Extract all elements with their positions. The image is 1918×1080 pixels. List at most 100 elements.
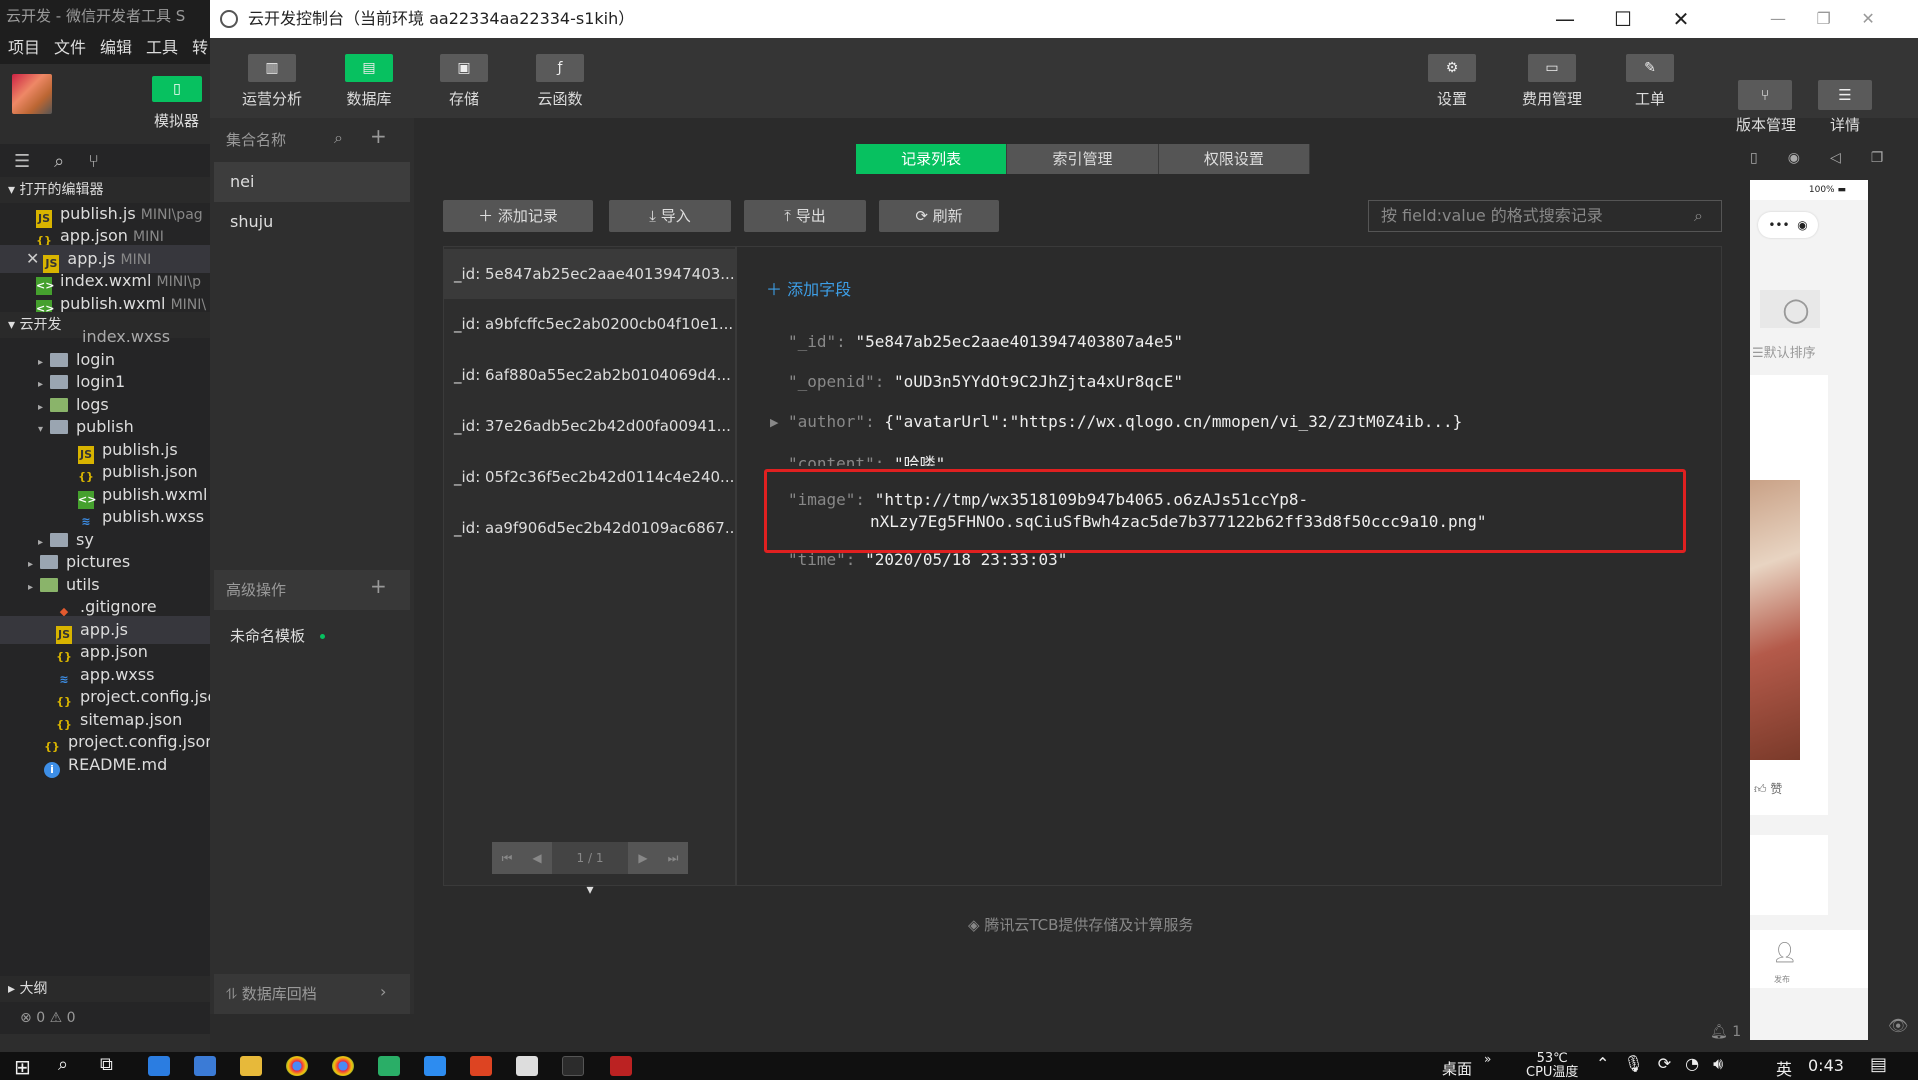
next-page-button[interactable]: ▶ (628, 842, 658, 874)
store-icon[interactable] (194, 1056, 216, 1076)
template-item[interactable]: 未命名模板 (214, 616, 410, 656)
chrome-icon[interactable] (332, 1056, 354, 1076)
toolbar-storage[interactable]: ▣ 存储 (424, 38, 504, 118)
volume-icon[interactable]: 🔊︎ (1713, 1054, 1737, 1073)
window-icon[interactable]: ❐ (1871, 150, 1884, 170)
add-collection-icon[interactable]: + (370, 124, 387, 148)
volume-icon[interactable]: ◁ (1830, 150, 1841, 170)
last-page-button[interactable]: ⏭ (658, 842, 688, 874)
toolbar-functions[interactable]: ƒ 云函数 (520, 38, 600, 118)
list-icon[interactable]: ☰ (14, 151, 30, 172)
field-time[interactable]: "time": "2020/05/18 23:33:03" (788, 550, 1067, 569)
toolbar-settings[interactable]: ⚙ 设置 (1412, 38, 1492, 118)
import-button[interactable]: ⤓ 导入 (609, 200, 731, 232)
chevron-icon[interactable]: » (1484, 1052, 1491, 1066)
menu-edit[interactable]: 编辑 (100, 32, 132, 64)
field-author[interactable]: "author": {"avatarUrl":"https://wx.qlogo… (788, 412, 1462, 431)
close-icon[interactable]: ✕ (26, 249, 39, 268)
edge-icon[interactable] (148, 1056, 170, 1076)
clock[interactable]: 0:43 (1808, 1056, 1844, 1075)
record-item[interactable]: _id: 6af880a55ec2ab2b0104069d4... (444, 350, 735, 400)
version-button[interactable]: ⑂ (1738, 80, 1792, 110)
devtools-icon[interactable] (562, 1056, 584, 1076)
desktop-label[interactable]: 桌面 (1442, 1058, 1472, 1079)
notification-icon[interactable]: ▤ (1870, 1054, 1887, 1075)
avatar[interactable] (12, 74, 52, 114)
notification-bell[interactable]: 🔔︎ 1 (1710, 1024, 1741, 1040)
outline-section[interactable]: ▸ 大纲 (0, 976, 210, 1002)
menu-tools[interactable]: 工具 (146, 32, 178, 64)
restore-icon[interactable]: ❐ (1817, 9, 1831, 28)
user-icon[interactable]: 👤︎ (1772, 940, 1797, 964)
explorer-icon[interactable] (240, 1056, 262, 1076)
add-field-button[interactable]: ＋ 添加字段 (766, 276, 851, 300)
detail-button[interactable]: ☰ (1818, 80, 1872, 110)
recorder-icon[interactable] (610, 1056, 632, 1076)
tab-indexes[interactable]: 索引管理 (1007, 144, 1159, 174)
field-id[interactable]: "_id": "5e847ab25ec2aae4013947403807a4e5… (788, 332, 1183, 351)
search-icon[interactable]: ⌕ (58, 1054, 68, 1075)
minimize-button[interactable]: — (1540, 0, 1590, 38)
prev-page-button[interactable]: ◀ (522, 842, 552, 874)
menu-more[interactable]: 转 (192, 32, 208, 64)
mic-icon[interactable]: 🎙︎ (1623, 1054, 1657, 1073)
collection-item[interactable]: shuju (214, 202, 410, 242)
tree-item[interactable]: index.wxss (0, 326, 210, 348)
toolbar-tickets[interactable]: ✎ 工单 (1610, 38, 1690, 118)
eye-icon[interactable]: 👁︎ (1888, 1016, 1908, 1035)
wechat-icon[interactable] (378, 1056, 400, 1076)
record-item[interactable]: _id: 37e26adb5ec2b42d00fa00941... (444, 401, 735, 451)
windows-start-icon[interactable]: ⊞ (14, 1055, 31, 1079)
wifi-icon[interactable]: ◔ (1685, 1054, 1713, 1073)
search-icon[interactable]: ⌕ (54, 151, 64, 172)
add-record-button[interactable]: ＋ 添加记录 (443, 200, 593, 232)
like-button[interactable]: 👍︎ 赞 (1754, 780, 1782, 797)
add-template-icon[interactable]: + (370, 574, 387, 598)
chevron-up-icon[interactable]: ⌃ (1596, 1054, 1623, 1073)
menu-file[interactable]: 文件 (54, 32, 86, 64)
phone-icon[interactable]: ▯ (1750, 150, 1758, 170)
record-item[interactable]: _id: 5e847ab25ec2aae4013947403... (444, 249, 735, 299)
minimize-icon[interactable]: — (1770, 9, 1786, 28)
maximize-button[interactable]: ☐ (1598, 0, 1648, 38)
expand-arrow-icon[interactable]: ▶ (770, 416, 778, 429)
simulator-button[interactable]: ▯ (152, 76, 202, 102)
first-page-button[interactable]: ⏮ (492, 842, 522, 874)
sync-icon[interactable]: ⟳ (1658, 1054, 1685, 1073)
record-search-input[interactable]: 按 field:value 的格式搜索记录 (1368, 200, 1722, 232)
post-image[interactable] (1750, 480, 1800, 760)
record-item[interactable]: _id: 05f2c36f5ec2b42d0114c4e240... (444, 452, 735, 502)
record-item[interactable]: _id: a9bfcffc5ec2ab0200cb04f10e1... (444, 299, 735, 349)
close-icon[interactable]: ✕ (1861, 9, 1874, 28)
collection-item[interactable]: nei (214, 162, 410, 202)
notepad-icon[interactable] (516, 1056, 538, 1076)
chrome-icon[interactable] (286, 1056, 308, 1076)
record-icon[interactable]: ◉ (1788, 150, 1800, 170)
toolbar-analytics[interactable]: ▥ 运营分析 (232, 38, 312, 118)
export-button[interactable]: ⤒ 导出 (744, 200, 866, 232)
branch-icon[interactable]: ⑂ (88, 151, 99, 172)
field-content[interactable]: "content": "哈喽" (788, 450, 945, 466)
page-select[interactable]: 1 / 1 ▾ (552, 842, 628, 898)
problems-status[interactable]: ⊗ 0 ⚠ 0 (20, 1010, 76, 1026)
menu-project[interactable]: 项目 (8, 32, 40, 64)
toolbar-database[interactable]: ▤ 数据库 (329, 38, 409, 118)
refresh-button[interactable]: ⟳ 刷新 (879, 200, 999, 232)
close-button[interactable]: ✕ (1656, 0, 1706, 38)
search-icon[interactable]: ⌕ (334, 128, 343, 148)
tree-file[interactable]: i README.md (0, 751, 210, 779)
tab-records[interactable]: 记录列表 (856, 144, 1008, 174)
zoom-icon[interactable] (424, 1056, 446, 1076)
toolbar-billing[interactable]: ▭ 费用管理 (1512, 38, 1592, 118)
task-view-icon[interactable]: ⧉ (100, 1054, 113, 1075)
sort-option[interactable]: ☰默认排序 (1752, 342, 1816, 361)
search-icon[interactable]: ⌕ (1694, 206, 1703, 226)
field-openid[interactable]: "_openid": "oUD3n5YYdOt9C2JhZjta4xUr8qcE… (788, 372, 1183, 391)
capsule-button[interactable]: ••• ◉ (1758, 212, 1818, 238)
app-icon[interactable] (470, 1056, 492, 1076)
post-card[interactable] (1750, 835, 1828, 915)
ime-indicator[interactable]: 英 (1776, 1056, 1792, 1080)
search-icon[interactable]: ○ (1782, 290, 1810, 328)
record-item[interactable]: _id: aa9f906d5ec2b42d0109ac6867... (444, 503, 735, 553)
tab-permissions[interactable]: 权限设置 (1158, 144, 1310, 174)
